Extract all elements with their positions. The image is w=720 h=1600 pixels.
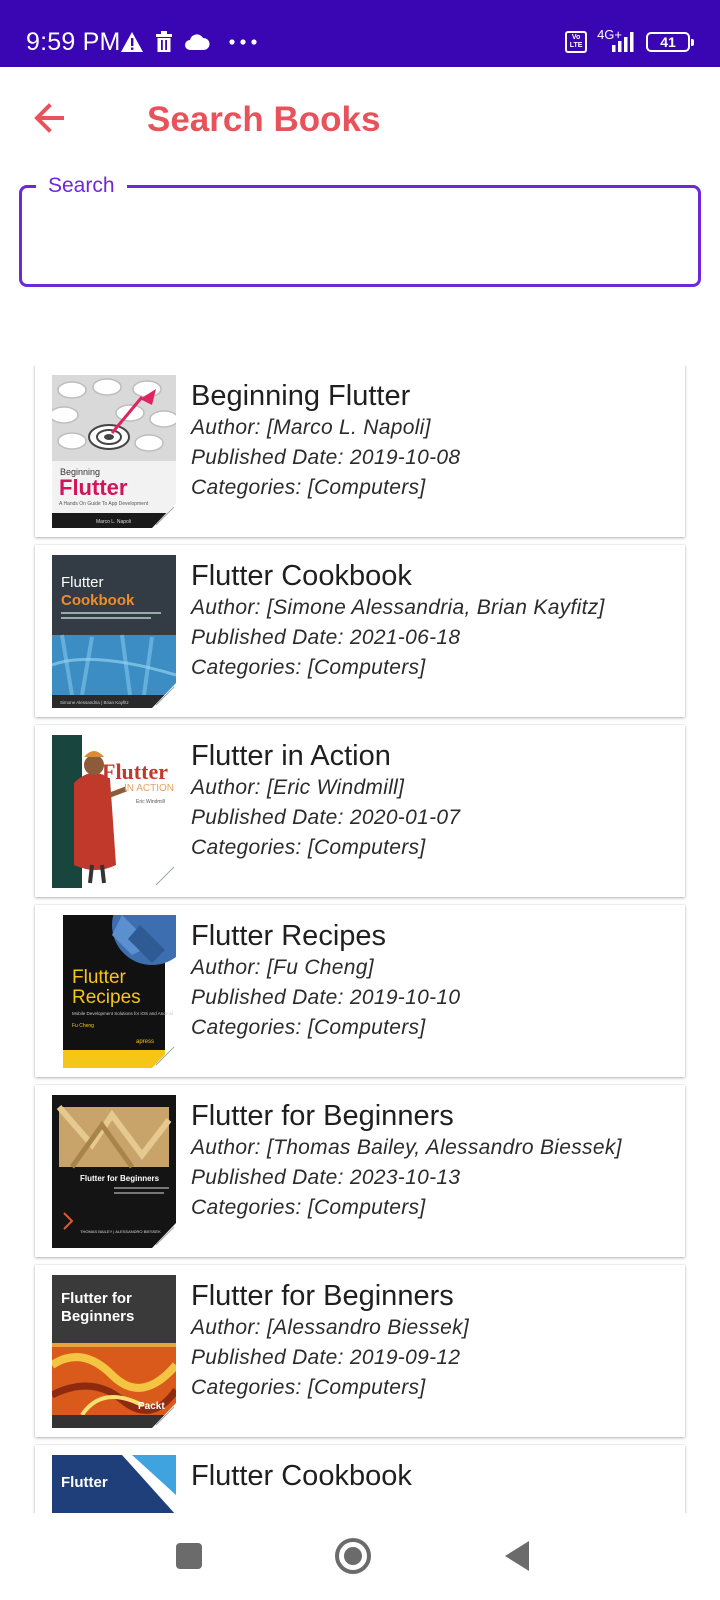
book-card[interactable]: Flutter IN ACTION Eric Windmill Flutter …	[35, 725, 685, 897]
network-type: 4G+	[597, 26, 622, 42]
book-title: Flutter for Beginners	[191, 1100, 454, 1132]
book-info: Flutter Cookbook	[191, 1459, 675, 1493]
book-cover-image: Flutter for Beginners Packt	[52, 1275, 176, 1428]
book-categories: Categories: [Computers]	[191, 1376, 426, 1399]
book-title: Beginning Flutter	[191, 380, 411, 412]
back-button[interactable]	[30, 97, 72, 139]
recents-button[interactable]	[168, 1535, 210, 1577]
book-published-date: Published Date: 2021-06-18	[191, 626, 461, 649]
book-author: Author: [Alessandro Biessek]	[191, 1316, 470, 1339]
book-card[interactable]: Flutter Cookbook Simone Alessandria | Br…	[35, 545, 685, 717]
book-title: Flutter in Action	[191, 740, 391, 772]
book-cover-image: Flutter IN ACTION Eric Windmill	[52, 735, 176, 888]
book-author: Author: [Fu Cheng]	[191, 956, 374, 979]
cover-text: Fu Cheng	[72, 1023, 94, 1029]
status-time: 9:59 PM	[26, 28, 121, 56]
book-author: Author: [Simone Alessandria, Brian Kayfi…	[191, 596, 605, 619]
book-info: Flutter Recipes Author: [Fu Cheng] Publi…	[191, 919, 675, 1043]
status-icons-left	[120, 28, 258, 56]
system-nav-bar	[0, 1513, 720, 1600]
book-categories: Categories: [Computers]	[191, 1196, 426, 1219]
more-dots-icon	[229, 39, 257, 45]
cover-text: Cookbook	[61, 592, 135, 609]
book-author: Author: [Eric Windmill]	[191, 776, 405, 799]
recents-square-icon	[176, 1543, 202, 1569]
cover-text: Flutter	[72, 967, 127, 988]
book-cover-image: Flutter Recipes Mobile Development Solut…	[52, 915, 176, 1068]
book-published-date: Published Date: 2019-10-08	[191, 446, 461, 469]
cover-text: Recipes	[72, 987, 141, 1008]
delete-icon	[156, 31, 172, 52]
cover-text: Flutter	[61, 574, 104, 591]
book-title: Flutter Cookbook	[191, 1460, 412, 1492]
cover-text: Eric Windmill	[136, 799, 165, 805]
status-icons-right: Vo LTE 4G+ 41	[565, 26, 694, 56]
cover-text: Packt	[138, 1401, 165, 1412]
book-published-date: Published Date: 2019-09-12	[191, 1346, 461, 1369]
back-triangle-icon	[505, 1541, 529, 1571]
book-author: Author: [Thomas Bailey, Alessandro Biess…	[191, 1136, 622, 1159]
book-title: Flutter for Beginners	[191, 1280, 454, 1312]
battery-icon: 41	[646, 32, 694, 52]
book-info: Flutter in Action Author: [Eric Windmill…	[191, 739, 675, 863]
book-title: Flutter Cookbook	[191, 560, 412, 592]
book-cover-image: Flutter	[52, 1455, 176, 1513]
book-list[interactable]: Beginning Flutter A Hands On Guide To Ap…	[0, 365, 720, 1513]
cover-text: Flutter	[59, 475, 128, 500]
cover-text: Flutter	[102, 759, 168, 784]
book-cover-image: Beginning Flutter A Hands On Guide To Ap…	[52, 375, 176, 528]
nav-back-button[interactable]	[496, 1535, 538, 1577]
book-card[interactable]: Flutter for Beginners THOMAS BAILEY | AL…	[35, 1085, 685, 1257]
book-card[interactable]: Flutter Recipes Mobile Development Solut…	[35, 905, 685, 1077]
warning-icon	[121, 32, 143, 52]
book-published-date: Published Date: 2019-10-10	[191, 986, 461, 1009]
book-title: Flutter Recipes	[191, 920, 387, 952]
book-categories: Categories: [Computers]	[191, 656, 426, 679]
book-author: Author: [Marco L. Napoli]	[191, 416, 431, 439]
home-circle-icon	[335, 1538, 371, 1574]
cover-text: Marco L. Napoli	[96, 519, 131, 525]
book-categories: Categories: [Computers]	[191, 836, 426, 859]
cover-text: A Hands On Guide To App Development	[59, 501, 149, 507]
home-button[interactable]	[332, 1535, 374, 1577]
arrow-back-icon	[34, 103, 64, 133]
book-info: Flutter Cookbook Author: [Simone Alessan…	[191, 559, 675, 683]
search-label: Search	[36, 173, 127, 199]
book-published-date: Published Date: 2020-01-07	[191, 806, 461, 829]
cover-text: Flutter	[61, 1474, 108, 1491]
book-cover-image: Flutter Cookbook Simone Alessandria | Br…	[52, 555, 176, 708]
book-cover-image: Flutter for Beginners THOMAS BAILEY | AL…	[52, 1095, 176, 1248]
book-published-date: Published Date: 2023-10-13	[191, 1166, 461, 1189]
book-info: Flutter for Beginners Author: [Thomas Ba…	[191, 1099, 675, 1223]
page-title: Search Books	[147, 100, 381, 139]
book-info: Flutter for Beginners Author: [Alessandr…	[191, 1279, 675, 1403]
cover-text: THOMAS BAILEY | ALESSANDRO BIESSEK	[80, 1229, 161, 1234]
search-input[interactable]	[40, 212, 680, 262]
book-card[interactable]: Beginning Flutter A Hands On Guide To Ap…	[35, 365, 685, 537]
cover-text: IN ACTION	[124, 783, 174, 794]
book-card[interactable]: Flutter for Beginners Packt Flutter for …	[35, 1265, 685, 1437]
book-card[interactable]: Flutter Flutter Cookbook	[35, 1445, 685, 1513]
cover-text: apress	[136, 1039, 154, 1045]
volte-icon: Vo LTE	[565, 31, 588, 53]
book-info: Beginning Flutter Author: [Marco L. Napo…	[191, 379, 675, 503]
cover-text: Simone Alessandria | Brian Kayfitz	[60, 700, 129, 705]
cover-text: Flutter for Beginners	[80, 1174, 160, 1183]
cloud-icon	[185, 34, 210, 50]
book-categories: Categories: [Computers]	[191, 1016, 426, 1039]
status-bar: 9:59 PM Vo LTE 4G+ 41	[0, 0, 720, 67]
cover-text: Beginners	[61, 1308, 134, 1325]
app-bar: Search Books	[0, 67, 720, 170]
book-categories: Categories: [Computers]	[191, 476, 426, 499]
cover-text: Flutter for	[61, 1290, 132, 1307]
cover-text: Mobile Development Solutions for iOS and…	[72, 1011, 174, 1016]
